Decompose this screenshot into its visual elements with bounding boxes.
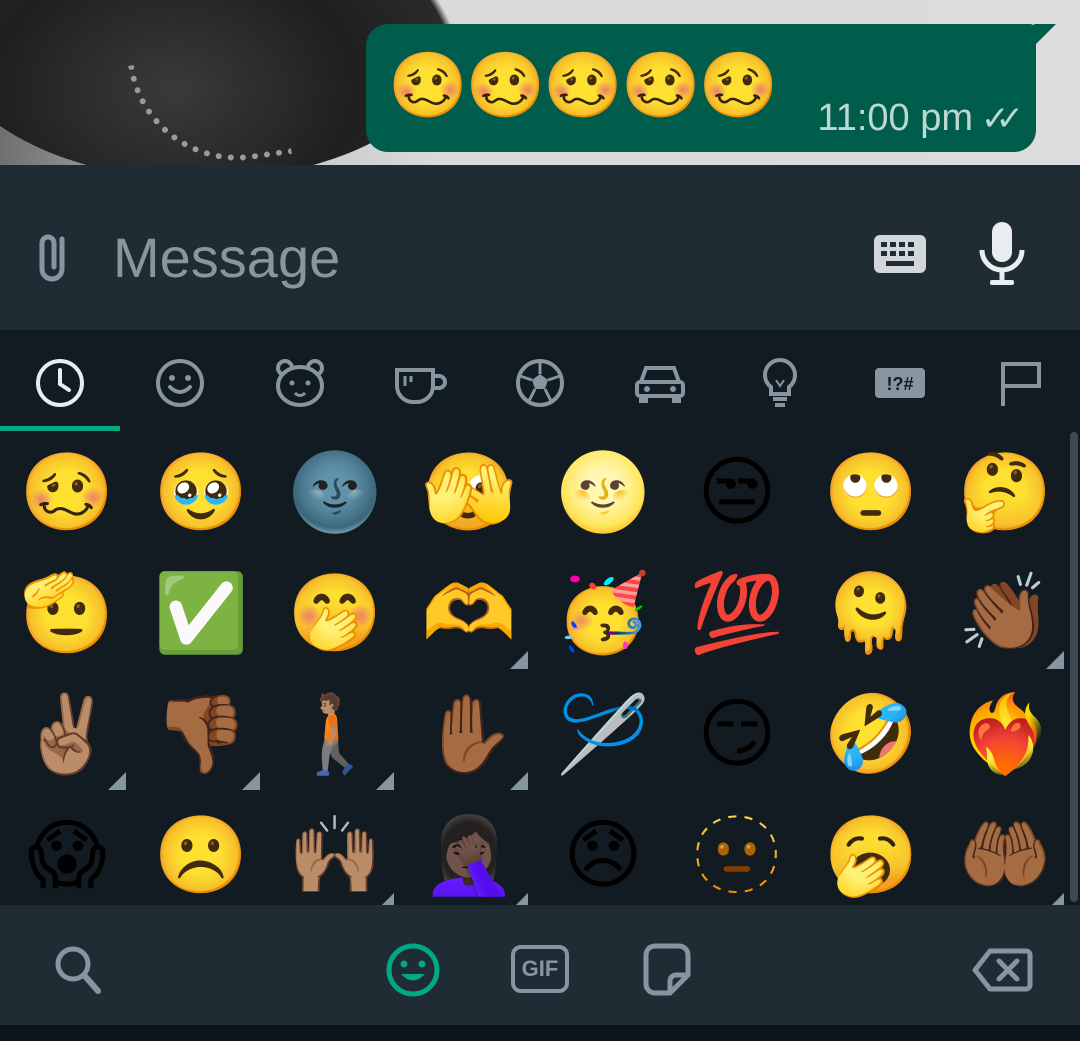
emoji-cell[interactable]: 🚶🏽: [268, 674, 402, 794]
emoji-cell[interactable]: 🤔: [938, 432, 1072, 552]
skin-tone-indicator: [108, 772, 126, 790]
emoji-cell[interactable]: 👎🏾: [134, 674, 268, 794]
emoji-cell[interactable]: ❤️‍🔥: [938, 674, 1072, 794]
selected-tab-indicator: [0, 426, 120, 431]
symbols-label: !?#: [887, 374, 914, 394]
lightbulb-icon[interactable]: [753, 356, 807, 410]
emoji-cell[interactable]: 😞: [536, 795, 670, 905]
sticker-icon[interactable]: [640, 941, 694, 999]
emoji-cell[interactable]: 🙌🏽: [268, 795, 402, 905]
emoji-cell[interactable]: 🪡: [536, 674, 670, 794]
emoji-cell[interactable]: 🥴: [0, 432, 134, 552]
emoji-cell[interactable]: ✌🏽: [0, 674, 134, 794]
emoji-cell[interactable]: 😒: [670, 432, 804, 552]
emoji-icon[interactable]: [384, 941, 442, 999]
emoji-cell[interactable]: 🤣: [804, 674, 938, 794]
emoji-cell[interactable]: 🌚: [268, 432, 402, 552]
emoji-cell[interactable]: 🥳: [536, 553, 670, 673]
system-nav-strip: [0, 1025, 1080, 1041]
emoji-cell[interactable]: 🫣: [402, 432, 536, 552]
emoji-cell[interactable]: 🙄: [804, 432, 938, 552]
skin-tone-indicator: [376, 893, 394, 905]
emoji-cell[interactable]: 🥹: [134, 432, 268, 552]
skin-tone-indicator: [1046, 651, 1064, 669]
skin-tone-indicator: [510, 651, 528, 669]
emoji-cell[interactable]: 🌝: [536, 432, 670, 552]
emoji-cell[interactable]: 🫡: [0, 553, 134, 673]
emoji-cell[interactable]: ✋🏾: [402, 674, 536, 794]
skin-tone-indicator: [376, 772, 394, 790]
microphone-icon[interactable]: [974, 220, 1030, 290]
skin-tone-indicator: [1046, 893, 1064, 905]
emoji-cell[interactable]: 🤦🏿‍♀️: [402, 795, 536, 905]
car-icon[interactable]: [633, 356, 687, 410]
skin-tone-indicator: [510, 772, 528, 790]
emoji-cell[interactable]: 💯: [670, 553, 804, 673]
symbols-icon[interactable]: !?#: [873, 356, 927, 410]
emoji-cell[interactable]: 👏🏾: [938, 553, 1072, 673]
cup-icon[interactable]: [393, 356, 447, 410]
flag-icon[interactable]: [993, 356, 1047, 410]
emoji-cell[interactable]: 🫠: [804, 553, 938, 673]
message-text: 🥴🥴🥴🥴🥴: [388, 49, 778, 123]
bear-icon[interactable]: [273, 356, 327, 410]
message-time: 11:00 pm: [817, 97, 974, 139]
emoji-cell[interactable]: 🤲🏾: [938, 795, 1072, 905]
emoji-cell[interactable]: 😏: [670, 674, 804, 794]
keyboard-icon[interactable]: [872, 233, 928, 275]
emoji-category-tabs: !?#: [0, 330, 1080, 432]
emoji-cell[interactable]: ✅: [134, 553, 268, 673]
emoji-panel-bottom-bar: GIF: [0, 905, 1080, 1025]
message-meta: 11:00 pm ✓✓: [817, 97, 1024, 140]
emoji-grid: 🥴 🥹 🌚 🫣 🌝 😒 🙄 🤔 🫡 ✅ 🤭 🫶 🥳 💯 🫠 👏🏾 ✌🏽 👎🏾 🚶🏽 ✋🏾 🪡 😏 🤣 ❤️‍🔥 😱 ☹️ 🙌🏽 🤦🏿‍…: [0, 432, 1080, 905]
message-input-bar: Message: [0, 165, 1080, 330]
chat-wallpaper: 🥴🥴🥴🥴🥴 11:00 pm ✓✓: [0, 0, 1080, 165]
clock-icon[interactable]: [33, 356, 87, 410]
skin-tone-indicator: [510, 893, 528, 905]
emoji-grid-scrollbar[interactable]: [1070, 432, 1078, 902]
emoji-cell[interactable]: 🥱: [804, 795, 938, 905]
backspace-icon[interactable]: [972, 941, 1034, 999]
message-input[interactable]: Message: [113, 225, 340, 290]
soccer-ball-icon[interactable]: [513, 356, 567, 410]
paperclip-icon[interactable]: [32, 227, 82, 287]
outgoing-message-bubble[interactable]: 🥴🥴🥴🥴🥴 11:00 pm ✓✓: [366, 24, 1056, 152]
emoji-cell[interactable]: 🤭: [268, 553, 402, 673]
emoji-cell[interactable]: 😱: [0, 795, 134, 905]
search-icon[interactable]: [52, 941, 104, 999]
double-check-icon: ✓✓: [981, 99, 1024, 138]
emoji-cell[interactable]: ☹️: [134, 795, 268, 905]
emoji-cell[interactable]: 🫥: [670, 795, 804, 905]
gif-button[interactable]: GIF: [511, 945, 569, 993]
skin-tone-indicator: [242, 772, 260, 790]
emoji-cell[interactable]: 🫶: [402, 553, 536, 673]
smiley-icon[interactable]: [153, 356, 207, 410]
